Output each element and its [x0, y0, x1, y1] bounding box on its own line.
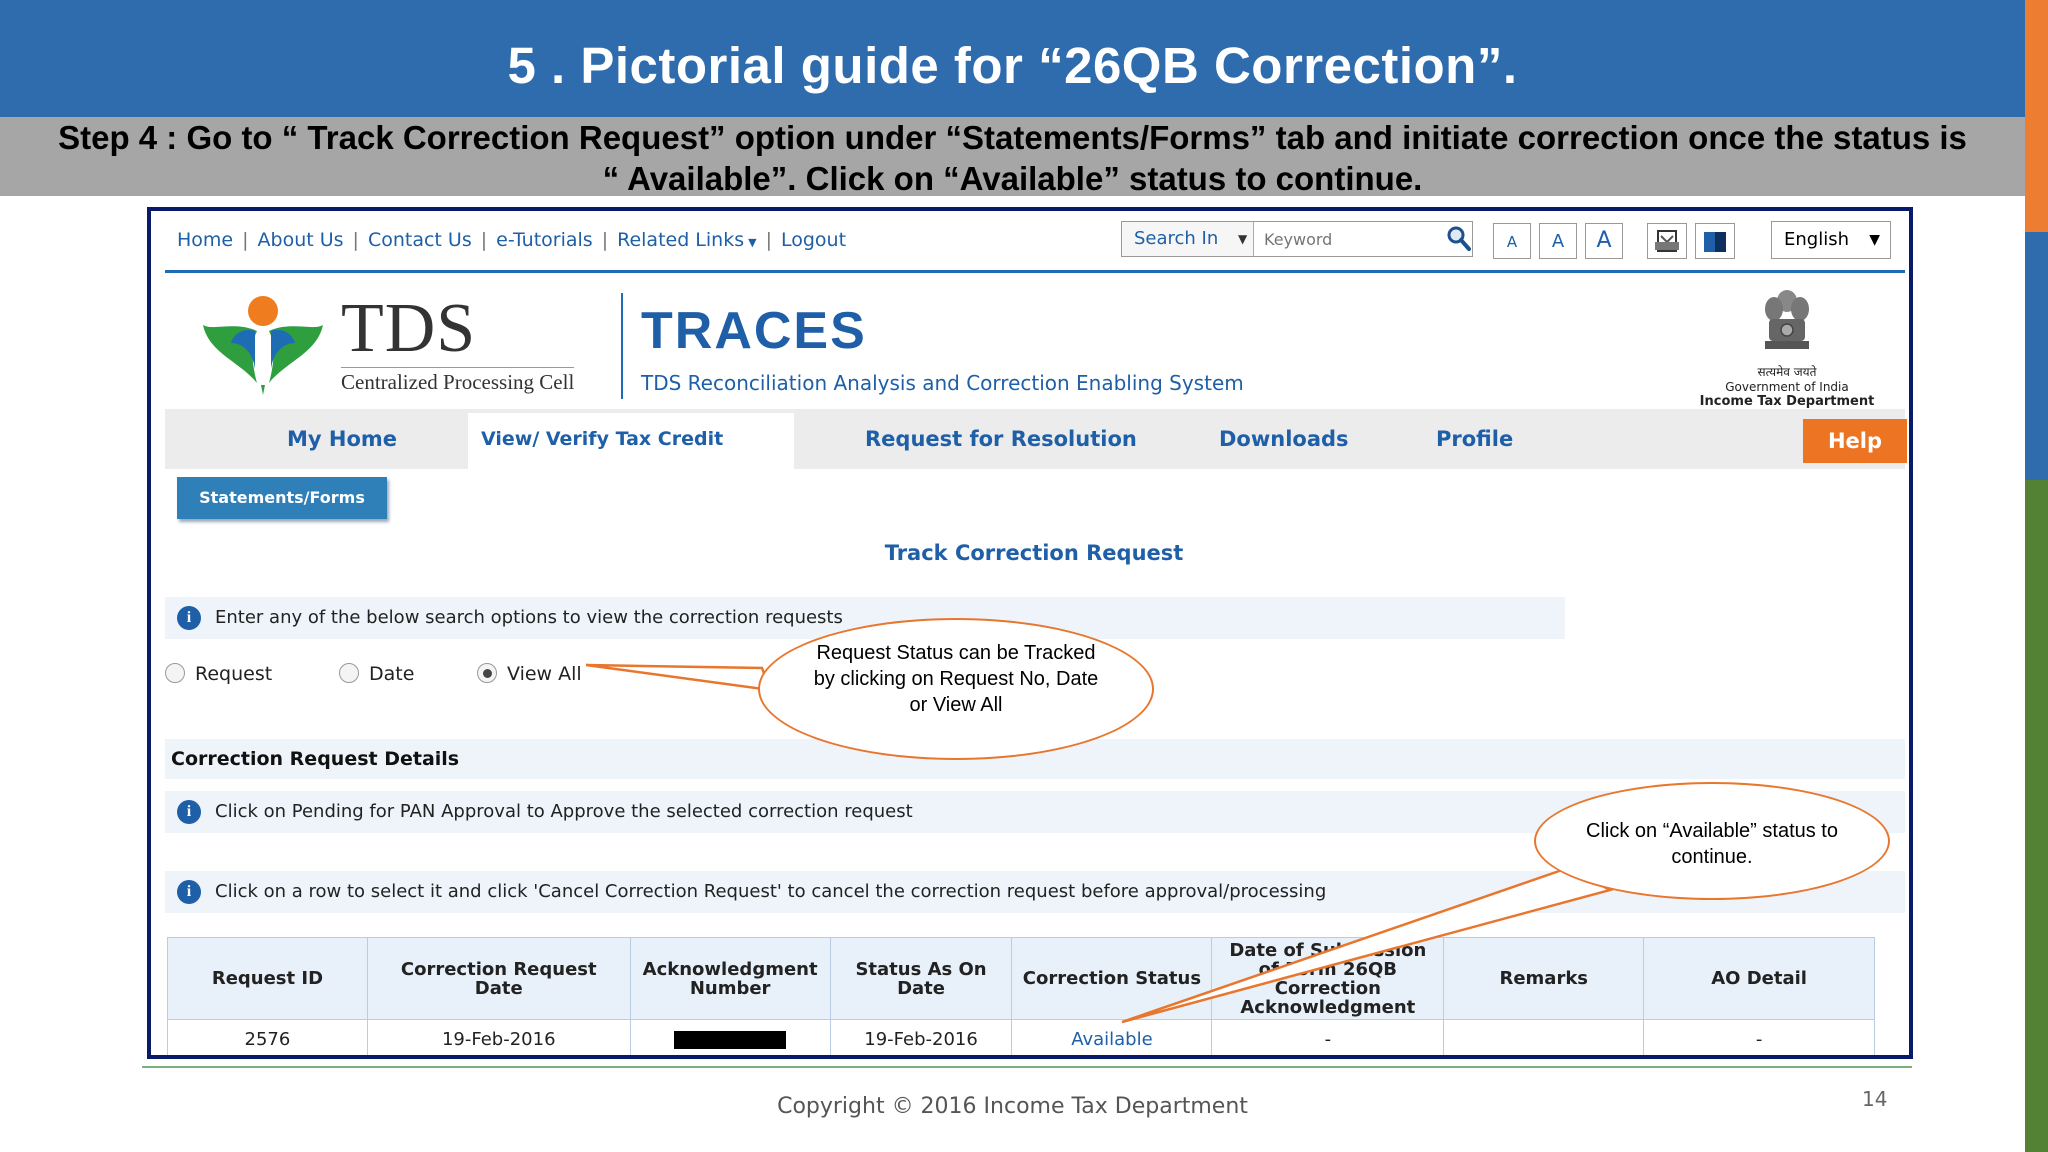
cpc-subtitle: Centralized Processing Cell [341, 367, 575, 395]
search-bar: Search In ▼ [1121, 221, 1473, 257]
table-header-row: Request ID Correction Request Date Ackno… [167, 937, 1875, 1020]
traces-wordmark: TRACES [641, 302, 867, 360]
callout-radio-note: Request Status can be Tracked by clickin… [758, 618, 1154, 760]
correction-requests-table: Request ID Correction Request Date Ackno… [167, 937, 1875, 1055]
info-icon: i [177, 800, 201, 824]
cell-remarks [1443, 1019, 1645, 1055]
chevron-down-icon: ▼ [1869, 232, 1880, 248]
tds-logo-icon [203, 296, 323, 395]
nav-link-about-us[interactable]: About Us [258, 229, 344, 251]
main-menu: My Home View/ Verify Tax Credit Request … [165, 409, 1907, 471]
info-icon: i [177, 880, 201, 904]
col-header-request-date: Correction Request Date [366, 937, 631, 1020]
nav-link-logout[interactable]: Logout [781, 229, 846, 251]
footer-divider [142, 1066, 1912, 1068]
accent-stripe-orange [2025, 0, 2048, 232]
cell-submission-date: - [1211, 1019, 1445, 1055]
step-line-2: “ Available”. Click on “Available” statu… [602, 160, 1423, 197]
col-header-ack-number: Acknowledgment Number [629, 937, 831, 1020]
chevron-down-icon: ▼ [748, 236, 757, 249]
site-header: TDS Centralized Processing Cell TRACES T… [165, 279, 1905, 409]
cell-request-date: 19-Feb-2016 [366, 1019, 631, 1055]
top-links: Home | About Us | Contact Us | e-Tutorials | Rel… [177, 229, 847, 251]
print-icon [1655, 230, 1679, 252]
available-status-link[interactable]: Available [1071, 1029, 1152, 1050]
radio-date[interactable]: Date [339, 663, 414, 685]
radio-view-all[interactable]: View All [477, 663, 582, 685]
language-select[interactable]: English ▼ [1771, 221, 1891, 259]
page-number: 14 [1862, 1087, 1888, 1111]
print-button[interactable] [1647, 223, 1687, 259]
help-button[interactable]: Help [1803, 419, 1907, 463]
keyword-input[interactable] [1256, 224, 1446, 254]
radio-button[interactable] [165, 663, 185, 683]
nav-link-related-links[interactable]: Related Links ▼ [617, 229, 756, 251]
top-navigation: Home | About Us | Contact Us | e-Tutorials | Rel… [165, 211, 1905, 273]
menu-downloads[interactable]: Downloads [1219, 409, 1349, 469]
nav-link-contact-us[interactable]: Contact Us [368, 229, 472, 251]
emblem-motto: सत्यमेव जयते [1757, 365, 1817, 379]
col-header-ao-detail: AO Detail [1643, 937, 1875, 1020]
font-size-small-button[interactable]: A [1493, 223, 1531, 259]
font-size-medium-button[interactable]: A [1539, 223, 1577, 259]
col-header-remarks: Remarks [1443, 937, 1645, 1020]
slide-title: 5 . Pictorial guide for “26QB Correction… [0, 0, 2025, 117]
nav-link-e-tutorials[interactable]: e-Tutorials [496, 229, 593, 251]
page-title: Track Correction Request [884, 541, 1184, 565]
accent-stripe-green [2025, 480, 2048, 1152]
redacted-block [674, 1031, 787, 1049]
cell-status-date: 19-Feb-2016 [829, 1019, 1013, 1055]
ashoka-emblem-icon [1765, 290, 1809, 349]
radio-button[interactable] [339, 663, 359, 683]
radio-button-selected[interactable] [477, 663, 497, 683]
col-header-submission-date: Date of Submission of Form 26QB Correcti… [1211, 937, 1445, 1020]
cell-correction-status: Available [1011, 1019, 1213, 1055]
header-divider [621, 293, 623, 399]
menu-my-home[interactable]: My Home [287, 409, 397, 469]
table-row[interactable]: 2576 19-Feb-2016 19-Feb-2016 Available -… [167, 1019, 1875, 1055]
radio-request[interactable]: Request [165, 663, 272, 685]
copyright-text: Copyright © 2016 Income Tax Department [777, 1094, 1248, 1119]
contrast-button[interactable] [1695, 223, 1735, 259]
nav-link-home[interactable]: Home [177, 229, 233, 251]
cell-request-id: 2576 [167, 1019, 368, 1055]
col-header-status-date: Status As On Date [829, 937, 1013, 1020]
emblem-goi: Government of India [1725, 380, 1849, 394]
cell-ao-detail: - [1643, 1019, 1875, 1055]
chevron-down-icon: ▼ [1238, 232, 1248, 246]
col-header-correction-status: Correction Status [1011, 937, 1213, 1020]
font-size-large-button[interactable]: A [1585, 223, 1623, 259]
tab-statements-forms[interactable]: Statements/Forms [177, 477, 387, 519]
government-emblem: सत्यमेव जयते Government of India Income … [1687, 287, 1887, 409]
callout-available-note: Click on “Available” status to continue. [1534, 782, 1890, 900]
search-icon[interactable] [1446, 225, 1472, 257]
menu-profile[interactable]: Profile [1436, 409, 1513, 469]
tds-wordmark: TDS [341, 290, 477, 367]
step-line-1: Step 4 : Go to “ Track Correction Reques… [58, 119, 1967, 156]
search-in-select[interactable]: Search In [1122, 222, 1254, 256]
info-icon: i [177, 606, 201, 630]
menu-request-for-resolution[interactable]: Request for Resolution [865, 409, 1137, 469]
cell-ack-number [629, 1019, 831, 1055]
menu-view-verify-tax-credit[interactable]: View/ Verify Tax Credit [481, 409, 723, 469]
traces-subtitle: TDS Reconciliation Analysis and Correcti… [641, 371, 1244, 395]
col-header-request-id: Request ID [167, 937, 368, 1020]
contrast-icon [1704, 232, 1726, 252]
step-instruction: Step 4 : Go to “ Track Correction Reques… [0, 117, 2025, 197]
emblem-department: Income Tax Department [1699, 394, 1875, 409]
